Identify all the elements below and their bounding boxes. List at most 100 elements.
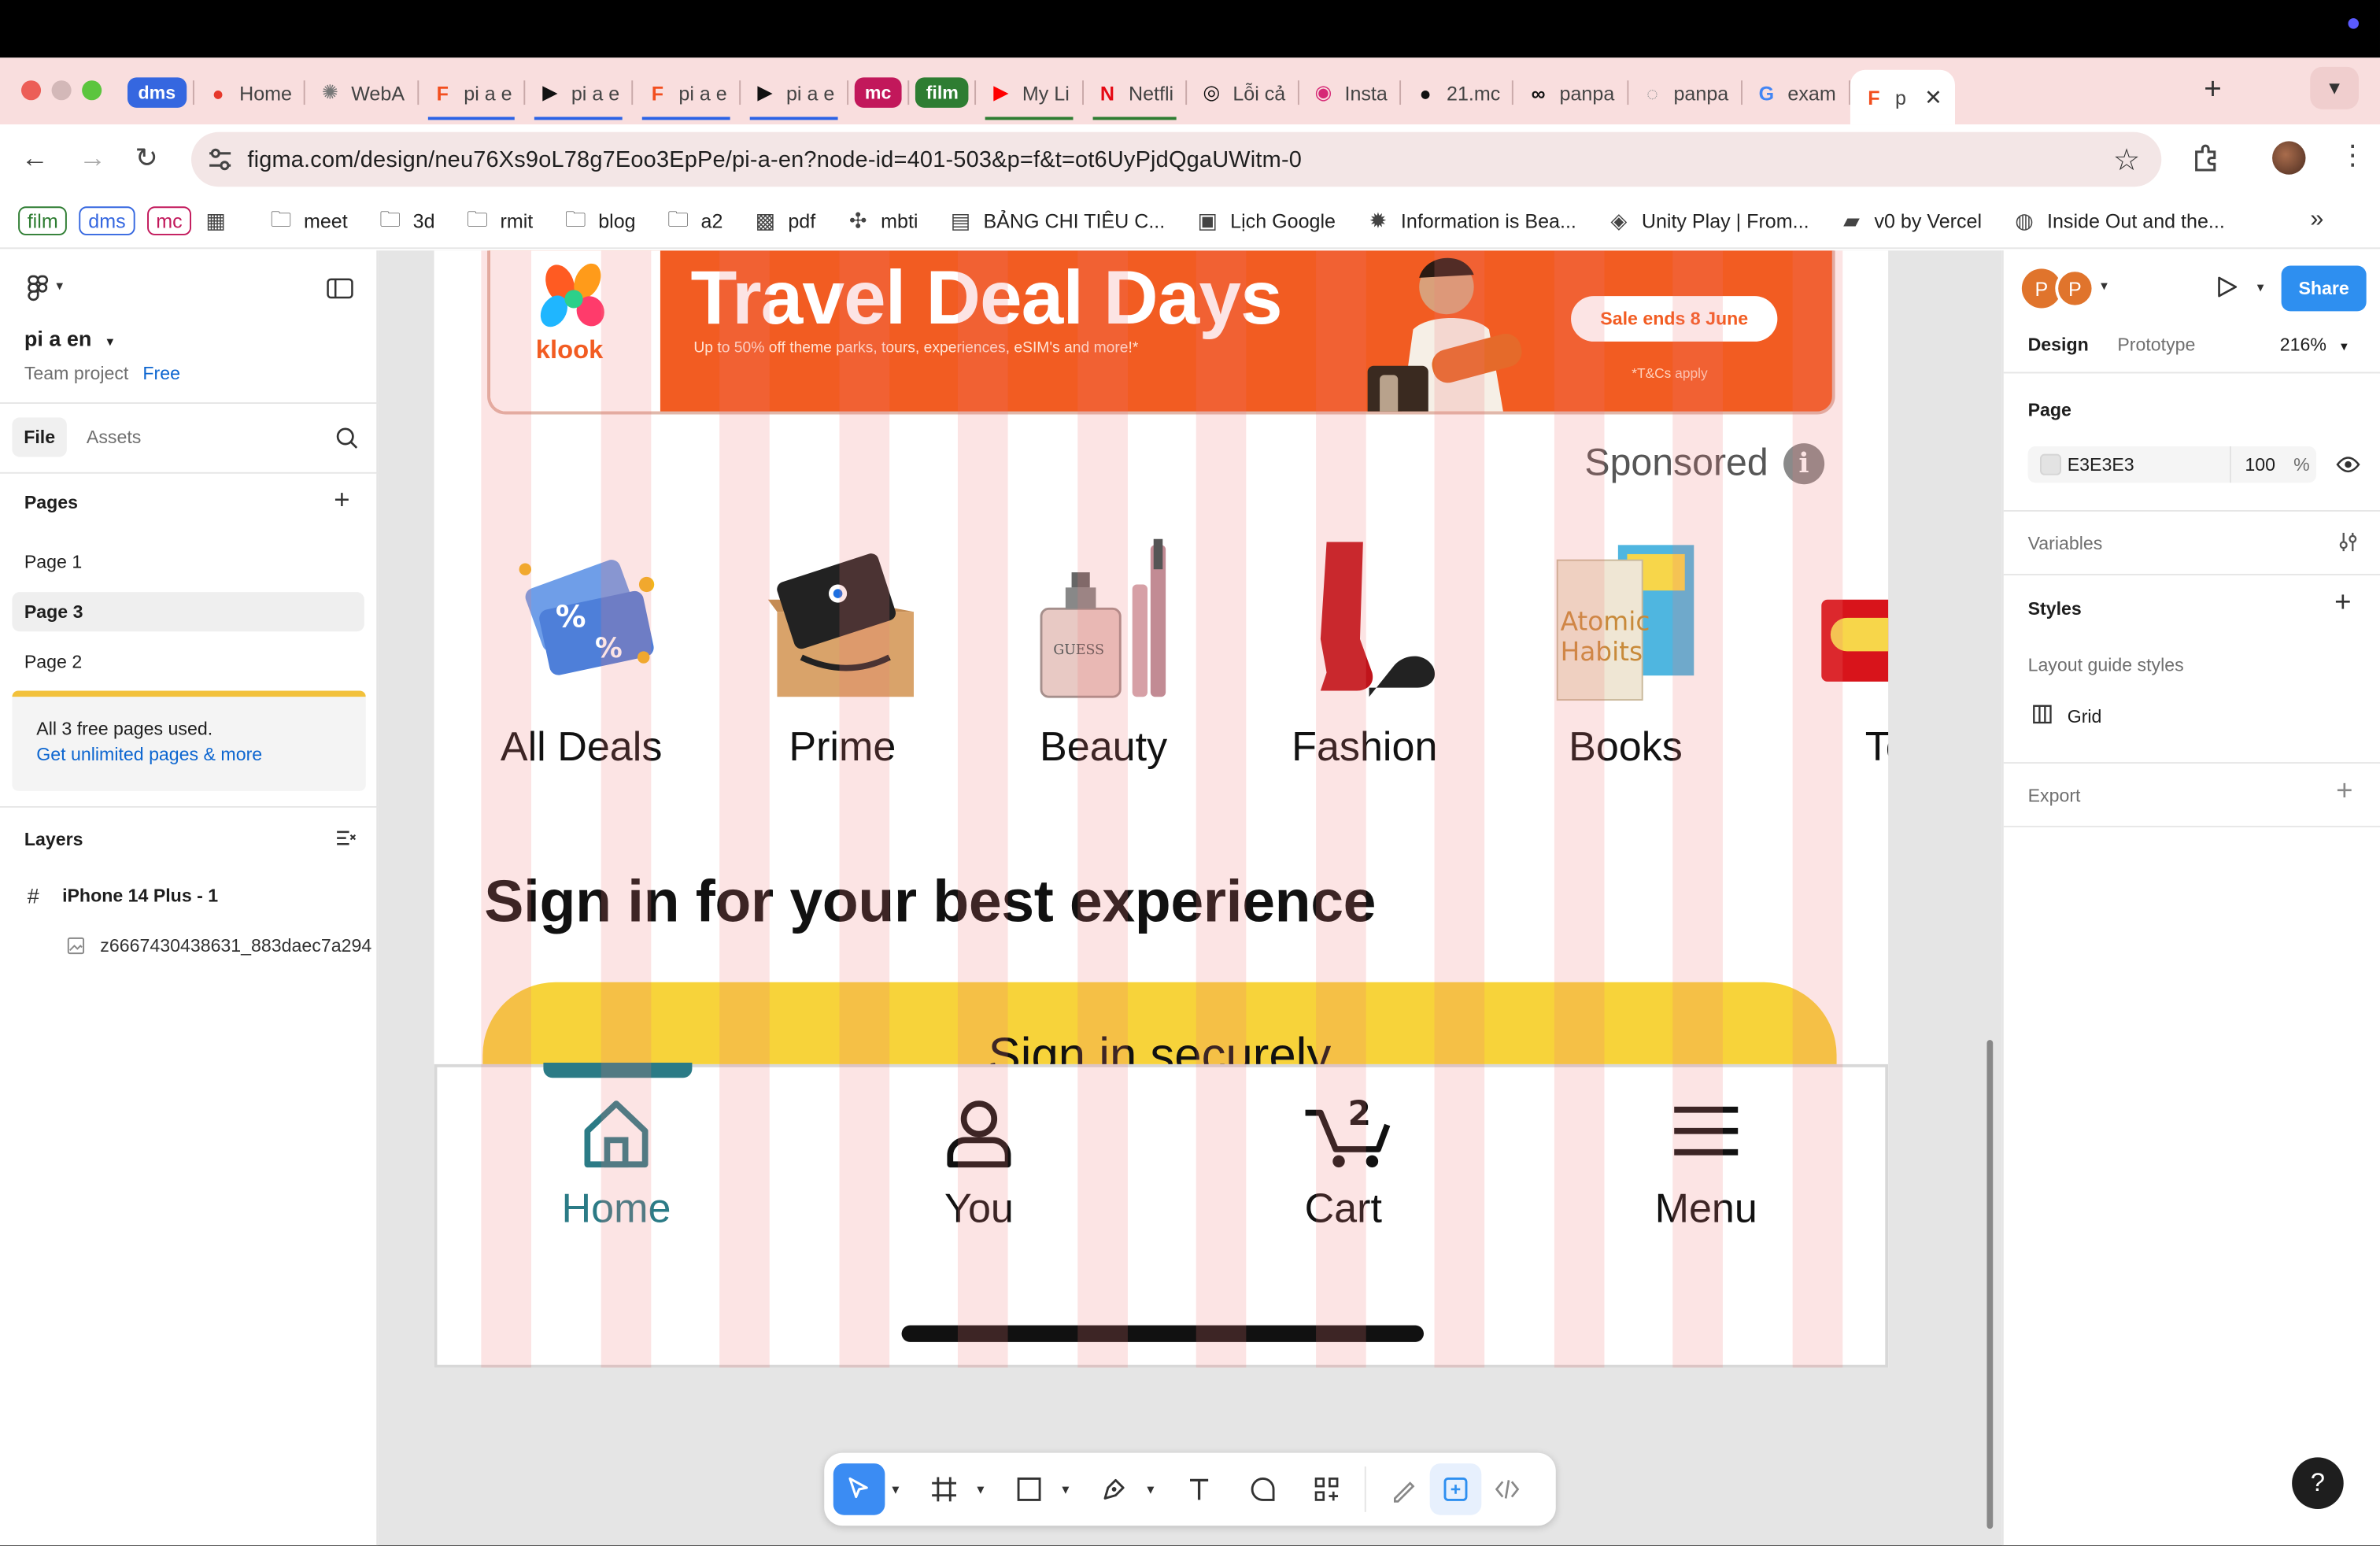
bookmark-item[interactable]: 🗀 meet bbox=[269, 205, 348, 233]
frame-tool-button[interactable] bbox=[918, 1463, 970, 1515]
canvas-scrollbar[interactable] bbox=[1986, 1040, 1994, 1529]
close-tab-icon[interactable]: ✕ bbox=[1924, 84, 1942, 110]
page-item[interactable]: Page 3 bbox=[12, 592, 364, 632]
shape-tool-chevron-icon[interactable]: ▼ bbox=[1055, 1482, 1076, 1496]
bookmark-group-film[interactable]: film bbox=[18, 206, 68, 235]
file-name[interactable]: pi a en ▾ bbox=[24, 327, 113, 351]
design-mode-button[interactable] bbox=[1429, 1463, 1482, 1515]
page-item[interactable]: Page 1 bbox=[12, 542, 364, 581]
forward-button[interactable]: → bbox=[79, 142, 106, 174]
upgrade-link[interactable]: Get unlimited pages & more bbox=[36, 744, 262, 765]
category-fashion[interactable]: Fashion bbox=[1251, 539, 1478, 782]
browser-tab[interactable]: ✺ WebA bbox=[305, 70, 416, 116]
pen-tool-button[interactable] bbox=[1088, 1463, 1140, 1515]
present-play-icon[interactable] bbox=[2215, 275, 2239, 299]
layer-image[interactable]: z6667430438631_883daec7a294 bbox=[100, 935, 371, 956]
add-export-icon[interactable]: + bbox=[2336, 775, 2352, 808]
figma-canvas[interactable]: klook Travel Deal Days Up to 50% off the… bbox=[378, 250, 2002, 1546]
grid-style-item[interactable]: Grid bbox=[2068, 706, 2102, 727]
category-toys[interactable]: To bbox=[1773, 539, 1889, 782]
browser-tab[interactable]: ▶ pi a e bbox=[741, 70, 847, 120]
draw-mode-button[interactable] bbox=[1378, 1463, 1430, 1515]
layers-list-view-icon[interactable] bbox=[335, 829, 357, 847]
category-books[interactable]: Atomic Habits Books bbox=[1512, 539, 1739, 782]
sale-ends-pill[interactable]: Sale ends 8 June bbox=[1571, 296, 1778, 342]
toggle-sidebar-icon[interactable] bbox=[327, 278, 354, 299]
iphone-frame[interactable]: klook Travel Deal Days Up to 50% off the… bbox=[434, 250, 1889, 1368]
nav-home[interactable]: Home bbox=[495, 1094, 738, 1246]
browser-tab[interactable]: ◌ panpa bbox=[1628, 70, 1741, 116]
category-prime[interactable]: Prime bbox=[729, 539, 956, 782]
file-menu-chevron-icon[interactable]: ▾ bbox=[106, 334, 113, 349]
page-opacity-value[interactable]: 100 bbox=[2245, 454, 2275, 475]
tab-search-button[interactable]: ▼ bbox=[2310, 66, 2359, 109]
bookmark-item[interactable]: ✹ Information is Bea... bbox=[1366, 208, 1576, 233]
extensions-icon[interactable] bbox=[2192, 142, 2223, 173]
rectangle-tool-button[interactable] bbox=[1003, 1463, 1055, 1515]
nav-you[interactable]: You bbox=[858, 1094, 1101, 1246]
bookmark-item[interactable]: ▣ Lịch Google bbox=[1196, 208, 1336, 233]
figma-logo-icon[interactable] bbox=[28, 275, 49, 302]
tab-group-film[interactable]: film bbox=[909, 70, 975, 116]
visibility-eye-icon[interactable] bbox=[2336, 456, 2360, 474]
category-beauty[interactable]: GUESS Beauty bbox=[989, 538, 1217, 782]
bookmark-item[interactable]: ◍ Inside Out and the... bbox=[2012, 208, 2225, 233]
info-icon[interactable]: i bbox=[1783, 443, 1825, 485]
bookmark-item[interactable]: ▩ pdf bbox=[753, 208, 816, 233]
minimize-window-button[interactable] bbox=[51, 80, 72, 101]
export-label[interactable]: Export bbox=[2028, 785, 2081, 806]
page-item[interactable]: Page 2 bbox=[12, 642, 364, 682]
help-button[interactable]: ? bbox=[2292, 1457, 2344, 1509]
reload-button[interactable]: ↻ bbox=[135, 142, 158, 174]
browser-tab[interactable]: ● 21.mc bbox=[1401, 70, 1513, 116]
actions-button[interactable] bbox=[1301, 1463, 1353, 1515]
category-all-deals[interactable]: % % All Deals bbox=[468, 539, 695, 782]
tab-design[interactable]: Design bbox=[2028, 334, 2089, 355]
layer-frame[interactable]: iPhone 14 Plus - 1 bbox=[62, 885, 218, 906]
maximize-window-button[interactable] bbox=[82, 80, 102, 101]
bookmark-star-icon[interactable]: ☆ bbox=[2113, 141, 2141, 179]
back-button[interactable]: ← bbox=[21, 142, 49, 174]
present-chevron-icon[interactable]: ▾ bbox=[2257, 279, 2264, 296]
bookmark-item[interactable]: 🗀 a2 bbox=[666, 205, 722, 233]
browser-tab[interactable]: ◉ Insta bbox=[1299, 70, 1400, 116]
tab-group-dms[interactable]: dms bbox=[121, 70, 192, 116]
bookmark-item[interactable]: ▦ bbox=[204, 208, 238, 233]
browser-tab[interactable]: Gexam bbox=[1743, 70, 1849, 116]
address-bar[interactable]: figma.com/design/neu76Xs9oL78g7Eoo3EpPe/… bbox=[190, 131, 2162, 187]
collaborators-chevron-icon[interactable]: ▾ bbox=[2101, 278, 2108, 294]
collaborator-avatar[interactable]: P bbox=[2055, 268, 2095, 309]
page-color-field[interactable]: E3E3E3 100 % bbox=[2027, 446, 2316, 483]
bookmark-item[interactable]: 🗀 rmit bbox=[465, 205, 533, 233]
browser-tab[interactable]: ∞ panpa bbox=[1514, 70, 1627, 116]
nav-menu[interactable]: Menu bbox=[1584, 1094, 1828, 1246]
bookmark-item[interactable]: ✣ mbti bbox=[846, 208, 918, 233]
move-tool-button[interactable] bbox=[833, 1463, 885, 1515]
klook-banner[interactable]: klook Travel Deal Days Up to 50% off the… bbox=[487, 250, 1835, 415]
frame-tool-chevron-icon[interactable]: ▼ bbox=[970, 1482, 991, 1496]
pen-tool-chevron-icon[interactable]: ▼ bbox=[1140, 1482, 1161, 1496]
browser-tab[interactable]: Fpi a e bbox=[418, 70, 524, 120]
add-page-icon[interactable]: + bbox=[334, 484, 349, 516]
add-style-icon[interactable]: + bbox=[2334, 587, 2351, 620]
bookmark-group-mc[interactable]: mc bbox=[146, 206, 192, 235]
browser-tab[interactable]: ◎ Lỗi cả bbox=[1187, 70, 1297, 116]
tab-group-mc[interactable]: mc bbox=[848, 70, 908, 116]
nav-cart[interactable]: 2 Cart bbox=[1221, 1094, 1465, 1246]
more-bookmarks-icon[interactable]: » bbox=[2310, 206, 2338, 234]
tab-file[interactable]: File bbox=[12, 417, 67, 457]
search-icon[interactable] bbox=[335, 427, 358, 449]
main-menu-chevron-icon[interactable]: ▾ bbox=[56, 278, 63, 294]
bookmark-item[interactable]: ▤ BẢNG CHI TIÊU C... bbox=[948, 208, 1166, 233]
dev-mode-button[interactable] bbox=[1481, 1463, 1533, 1515]
browser-tab[interactable]: Fpi a e bbox=[634, 70, 740, 120]
text-tool-button[interactable] bbox=[1173, 1463, 1225, 1515]
zoom-level[interactable]: 216% ▾ bbox=[2280, 334, 2348, 355]
comment-tool-button[interactable] bbox=[1237, 1463, 1289, 1515]
tab-prototype[interactable]: Prototype bbox=[2117, 334, 2195, 355]
profile-avatar[interactable] bbox=[2272, 141, 2306, 175]
variables-label[interactable]: Variables bbox=[2028, 533, 2103, 554]
plan-badge[interactable]: Free bbox=[142, 363, 180, 384]
page-color-swatch[interactable] bbox=[2039, 453, 2061, 475]
bookmark-item[interactable]: 🗀 blog bbox=[564, 205, 636, 233]
